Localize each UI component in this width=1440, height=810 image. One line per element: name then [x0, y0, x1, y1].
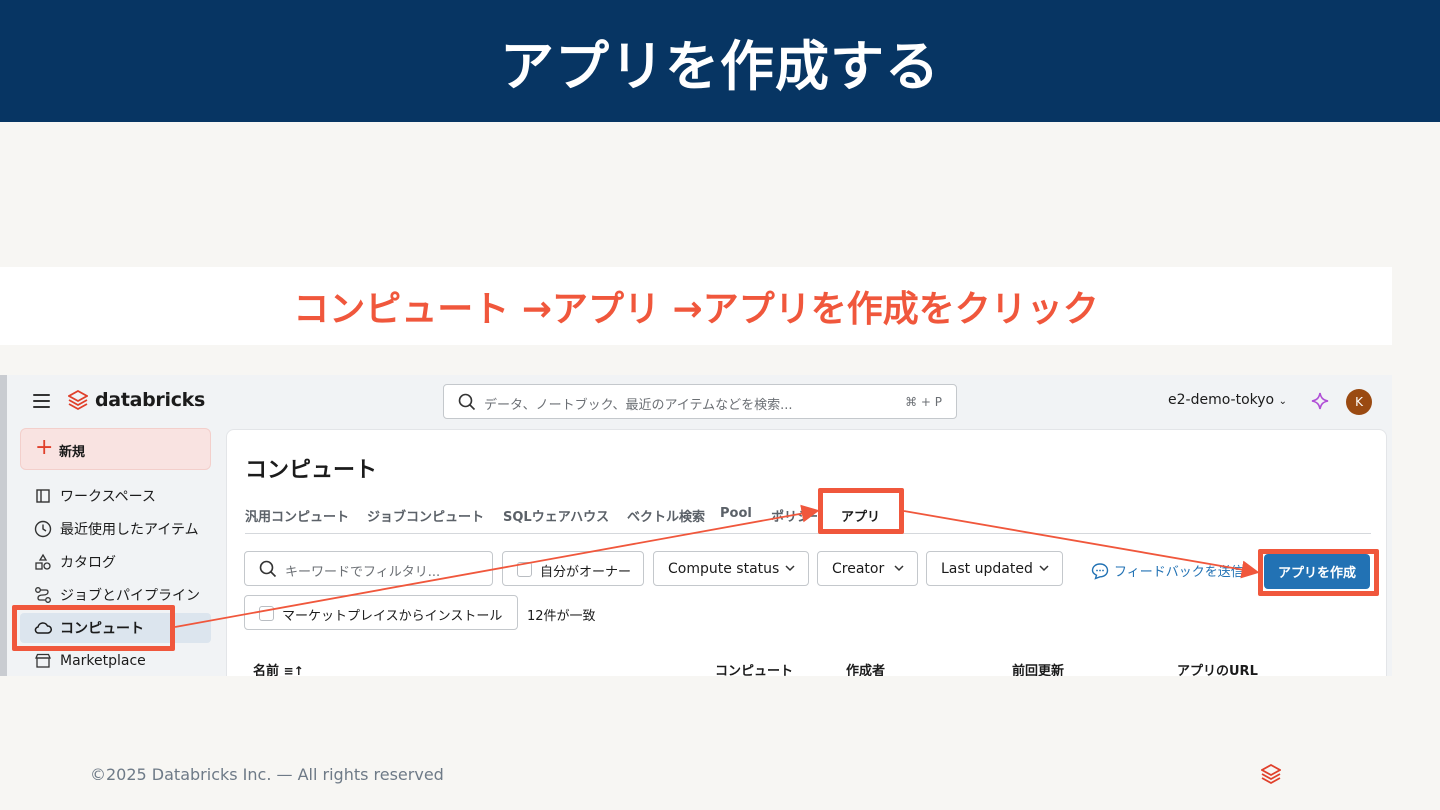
chat-bubble-icon — [1091, 562, 1109, 580]
compute-status-label: Compute status — [668, 561, 780, 577]
slide-title: アプリを作成する — [500, 34, 940, 98]
avatar[interactable]: K — [1346, 389, 1372, 415]
compute-page: コンピュート 汎用コンピュート ジョブコンピュート SQLウェアハウス ベクトル… — [226, 429, 1387, 676]
tab-all-purpose[interactable]: 汎用コンピュート — [245, 506, 349, 525]
creator-label: Creator — [832, 561, 885, 577]
catalog-icon — [32, 553, 54, 571]
search-placeholder: データ、ノートブック、最近のアイテムなどを検索... — [484, 398, 793, 413]
databricks-logo-icon — [1261, 764, 1281, 785]
tab-vector-search[interactable]: ベクトル検索 — [627, 506, 705, 525]
databricks-screenshot: databricks データ、ノートブック、最近のアイテムなどを検索... ⌘ … — [0, 375, 1392, 676]
workspace-name: e2-demo-tokyo — [1168, 392, 1275, 408]
databricks-logo-icon[interactable] — [68, 390, 88, 412]
keyword-filter-input[interactable]: キーワードでフィルタリ... — [244, 551, 493, 586]
plus-icon: + — [35, 435, 54, 460]
instruction-banner: コンピュート →アプリ →アプリを作成をクリック — [0, 267, 1392, 345]
checkbox[interactable] — [517, 562, 532, 577]
clock-icon — [32, 520, 54, 538]
workspace-icon — [32, 488, 54, 504]
top-bar: databricks データ、ノートブック、最近のアイテムなどを検索... ⌘ … — [0, 375, 1392, 427]
highlight-create-app — [1258, 549, 1379, 596]
page-title: コンピュート — [245, 458, 378, 483]
highlight-compute — [12, 605, 175, 651]
highlight-apps-tab — [818, 488, 904, 534]
sidebar-item-catalog[interactable]: カタログ — [20, 547, 211, 577]
result-count: 12件が一致 — [527, 609, 596, 624]
workflow-icon — [32, 586, 54, 604]
tab-job-compute[interactable]: ジョブコンピュート — [367, 506, 484, 525]
sidebar-item-label: 最近使用したアイテム — [60, 522, 199, 538]
global-search-input[interactable]: データ、ノートブック、最近のアイテムなどを検索... ⌘ + P — [443, 384, 957, 419]
feedback-link[interactable]: フィードバックを送信 — [1091, 561, 1244, 580]
compute-tabs: 汎用コンピュート ジョブコンピュート SQLウェアハウス ベクトル検索 Pool… — [245, 506, 1371, 534]
column-header-url[interactable]: アプリのURL — [1177, 660, 1258, 676]
chevron-down-icon — [785, 565, 795, 572]
owner-filter-label: 自分がオーナー — [540, 565, 632, 580]
sparkle-icon[interactable] — [1310, 391, 1330, 411]
chevron-down-icon — [1039, 565, 1049, 572]
last-updated-dropdown[interactable]: Last updated — [926, 551, 1063, 586]
feedback-label: フィードバックを送信 — [1114, 565, 1244, 580]
marketplace-filter-checkbox[interactable]: マーケットプレイスからインストール — [244, 595, 518, 630]
slide-header: アプリを作成する — [0, 0, 1440, 122]
tab-sql-warehouses[interactable]: SQLウェアハウス — [503, 506, 609, 525]
checkbox[interactable] — [259, 606, 274, 621]
menu-icon[interactable] — [33, 394, 50, 408]
workspace-selector[interactable]: e2-demo-tokyo ⌄ — [1168, 392, 1287, 408]
owner-filter-checkbox[interactable]: 自分がオーナー — [502, 551, 644, 586]
sidebar-item-label: Marketplace — [60, 653, 146, 669]
search-shortcut: ⌘ + P — [905, 395, 942, 409]
sort-icon[interactable]: ≡↑ — [284, 664, 304, 676]
new-button[interactable]: + 新規 — [20, 428, 211, 470]
compute-status-dropdown[interactable]: Compute status — [653, 551, 809, 586]
filter-placeholder: キーワードでフィルタリ... — [285, 565, 441, 580]
creator-dropdown[interactable]: Creator — [817, 551, 918, 586]
sidebar-item-label: ジョブとパイプライン — [60, 588, 200, 604]
last-updated-label: Last updated — [941, 561, 1033, 577]
new-button-label: 新規 — [59, 445, 86, 460]
tab-policies[interactable]: ポリシー — [771, 506, 817, 525]
column-header-updated[interactable]: 前回更新 — [1012, 660, 1064, 676]
sidebar-item-label: カタログ — [60, 555, 116, 571]
search-icon — [458, 393, 476, 411]
column-header-creator[interactable]: 作成者 — [846, 660, 885, 676]
column-header-compute[interactable]: コンピュート — [715, 660, 793, 676]
sidebar-item-label: ワークスペース — [60, 489, 156, 505]
chevron-down-icon: ⌄ — [1278, 396, 1287, 407]
search-icon — [259, 560, 277, 578]
marketplace-filter-label: マーケットプレイスからインストール — [282, 609, 503, 624]
instruction-text: コンピュート →アプリ →アプリを作成をクリック — [293, 289, 1099, 330]
brand-name[interactable]: databricks — [95, 389, 205, 411]
chevron-down-icon — [894, 565, 904, 572]
column-header-name[interactable]: 名前 ≡↑ — [253, 660, 304, 676]
sidebar-item-workspace[interactable]: ワークスペース — [20, 481, 211, 511]
sidebar-item-recents[interactable]: 最近使用したアイテム — [20, 514, 211, 544]
tab-pools[interactable]: Pool — [720, 506, 752, 521]
copyright-footer: ©2025 Databricks Inc. — All rights reser… — [90, 765, 444, 784]
store-icon — [32, 653, 54, 669]
